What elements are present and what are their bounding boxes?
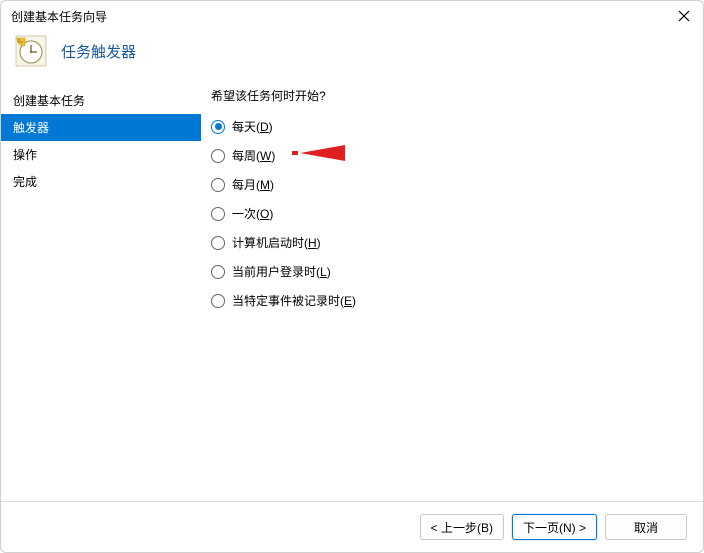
close-button[interactable]: [675, 7, 693, 25]
titlebar: 创建基本任务向导: [1, 1, 703, 31]
next-button[interactable]: 下一页(N) >: [512, 514, 597, 540]
radio-icon: [211, 207, 225, 221]
radio-label: 每月(M): [232, 176, 274, 193]
radio-startup[interactable]: 计算机启动时(H): [211, 234, 693, 251]
radio-label: 每周(W): [232, 147, 275, 164]
wizard-header: 任务触发器: [1, 31, 703, 83]
wizard-body: 创建基本任务 触发器 操作 完成 希望该任务何时开始? 每天(D) 每周(W) …: [1, 83, 703, 501]
radio-logon[interactable]: 当前用户登录时(L): [211, 263, 693, 280]
radio-icon: [211, 294, 225, 308]
radio-icon: [211, 265, 225, 279]
radio-label: 计算机启动时(H): [232, 234, 321, 251]
back-button[interactable]: < 上一步(B): [420, 514, 504, 540]
radio-event[interactable]: 当特定事件被记录时(E): [211, 292, 693, 309]
wizard-footer: < 上一步(B) 下一页(N) > 取消: [1, 501, 703, 552]
page-title: 任务触发器: [61, 41, 136, 62]
window-title: 创建基本任务向导: [11, 8, 107, 25]
radio-icon: [211, 149, 225, 163]
wizard-window: 创建基本任务向导 任务触发器 创建基本任务 触发器 操作 完成: [0, 0, 704, 553]
radio-label: 一次(O): [232, 205, 273, 222]
radio-once[interactable]: 一次(O): [211, 205, 693, 222]
sidebar-item-finish[interactable]: 完成: [1, 168, 201, 195]
trigger-radio-group: 每天(D) 每周(W) 每月(M) 一次(O) 计算机启动时(H): [211, 118, 693, 309]
radio-icon: [211, 178, 225, 192]
wizard-content: 希望该任务何时开始? 每天(D) 每周(W) 每月(M) 一次(O): [201, 83, 703, 501]
radio-weekly[interactable]: 每周(W): [211, 147, 693, 164]
sidebar-item-create[interactable]: 创建基本任务: [1, 87, 201, 114]
clock-wizard-icon: [15, 35, 47, 67]
wizard-sidebar: 创建基本任务 触发器 操作 完成: [1, 83, 201, 501]
radio-daily[interactable]: 每天(D): [211, 118, 693, 135]
sidebar-item-trigger[interactable]: 触发器: [1, 114, 201, 141]
sidebar-item-action[interactable]: 操作: [1, 141, 201, 168]
cancel-button[interactable]: 取消: [605, 514, 687, 540]
radio-icon: [211, 120, 225, 134]
radio-icon: [211, 236, 225, 250]
prompt-label: 希望该任务何时开始?: [211, 87, 693, 104]
radio-label: 当前用户登录时(L): [232, 263, 331, 280]
radio-monthly[interactable]: 每月(M): [211, 176, 693, 193]
close-icon: [678, 10, 690, 22]
radio-label: 每天(D): [232, 118, 273, 135]
radio-label: 当特定事件被记录时(E): [232, 292, 356, 309]
